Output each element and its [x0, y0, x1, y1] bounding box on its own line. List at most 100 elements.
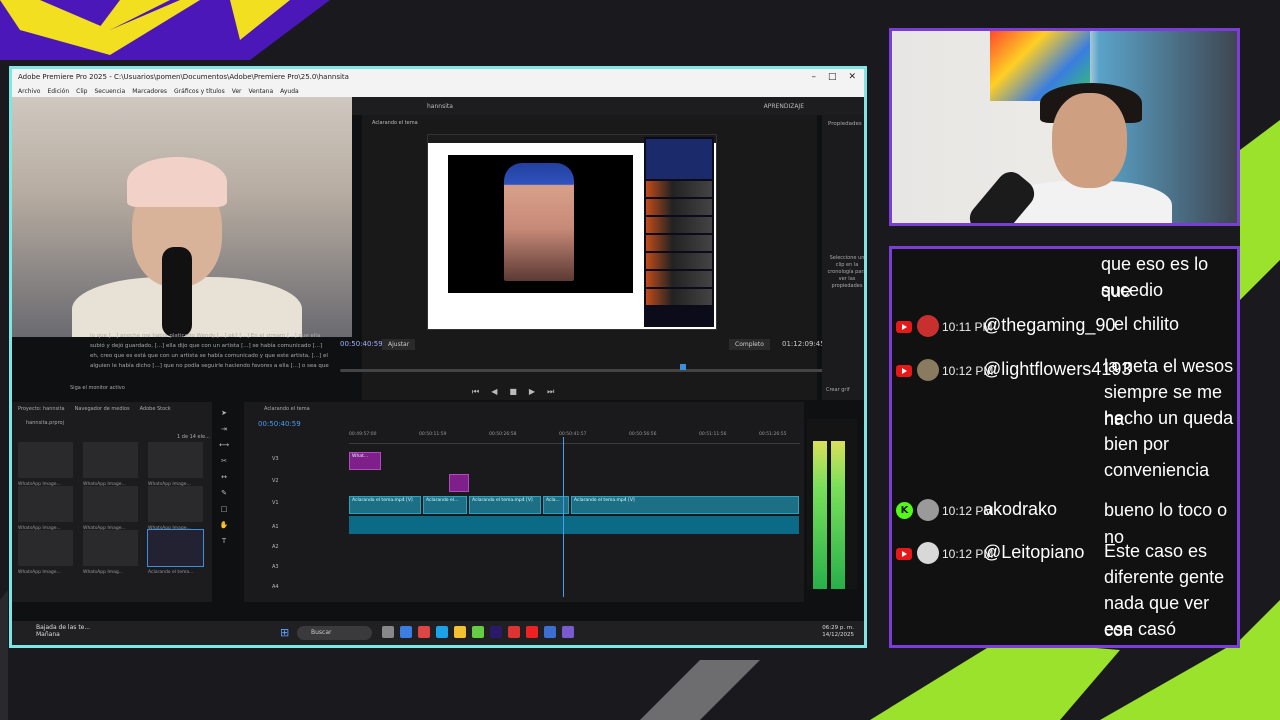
track-header-v1[interactable]: V1 — [272, 500, 279, 506]
media-item[interactable]: WhatsApp Image... — [148, 442, 203, 487]
play-icon[interactable]: ▶ — [529, 387, 535, 397]
media-item[interactable]: WhatsApp Image... — [83, 486, 138, 531]
avatar — [917, 499, 939, 521]
menu-item-ventana[interactable]: Ventana — [249, 88, 274, 95]
edge-icon[interactable] — [436, 626, 448, 638]
cap-image — [127, 157, 227, 207]
chat-text-line: ese casó — [1104, 619, 1177, 639]
clip-v1[interactable]: Aclarando el... — [423, 496, 467, 514]
clip-v3[interactable]: What... — [349, 452, 381, 470]
minimize-button[interactable]: – — [811, 72, 816, 82]
track-v2 — [349, 474, 799, 492]
app-icon[interactable] — [418, 626, 430, 638]
track-header-v3[interactable]: V3 — [272, 456, 279, 462]
track-header-a2[interactable]: A2 — [272, 544, 279, 550]
play-reverse-icon[interactable]: ◀ — [491, 387, 497, 397]
media-item[interactable]: WhatsApp Imag... — [83, 530, 138, 575]
maximize-button[interactable]: □ — [828, 72, 837, 82]
media-item[interactable]: WhatsApp Image... — [18, 442, 73, 487]
task-view-icon[interactable] — [382, 626, 394, 638]
app-icon[interactable] — [472, 626, 484, 638]
sequence-tab[interactable]: Aclarando el tema — [264, 406, 310, 412]
track-header-a1[interactable]: A1 — [272, 524, 279, 530]
youtube-icon — [896, 548, 912, 560]
menu-item-clip[interactable]: Clip — [76, 88, 87, 95]
step-back-icon[interactable]: ⏮ — [472, 387, 479, 397]
hand-tool-icon[interactable]: ✋ — [220, 521, 229, 529]
timeline-panel: Aclarando el tema 00:50:40:59 00:49:57:0… — [244, 402, 804, 602]
menu-item-ver[interactable]: Ver — [232, 88, 242, 95]
track-a1 — [349, 516, 799, 534]
slip-tool-icon[interactable]: ↔ — [221, 473, 227, 481]
project-tabs: Proyecto: hannsita Navegador de medios A… — [12, 402, 212, 416]
windows-start-icon[interactable]: ⊞ — [280, 626, 289, 639]
stop-icon[interactable]: ■ — [509, 387, 517, 397]
create-label[interactable]: Crear grif — [826, 387, 850, 393]
track-header-a3[interactable]: A3 — [272, 564, 279, 570]
window-title: Adobe Premiere Pro 2025 - C:\Usuarios\po… — [18, 73, 349, 81]
microphone-image — [162, 247, 192, 337]
program-timecode: 00:50:40:59 — [340, 340, 383, 348]
youtube-icon — [896, 365, 912, 377]
menu-item-secuencia[interactable]: Secuencia — [95, 88, 126, 95]
menu-item-graficos[interactable]: Gráficos y títulos — [174, 88, 225, 95]
opera-icon[interactable] — [526, 626, 538, 638]
razor-tool-icon[interactable]: ✂ — [221, 457, 227, 465]
clip-v1[interactable]: Aclarando el tema.mp4 [V] — [349, 496, 421, 514]
menu-item-archivo[interactable]: Archivo — [18, 88, 40, 95]
video-subject-image — [504, 163, 574, 281]
store-icon[interactable] — [400, 626, 412, 638]
weather-widget[interactable]: Bajada de las te... Mañana — [36, 624, 90, 638]
meter-right — [831, 441, 845, 589]
rectangle-tool-icon[interactable]: □ — [221, 505, 228, 513]
taskbar-clock[interactable]: 06:29 p. m. 14/12/2025 — [822, 625, 854, 639]
window-controls: – □ ✕ — [811, 72, 864, 82]
app-icon[interactable] — [544, 626, 556, 638]
clip-v1[interactable]: Aclarando el tema.mp4 [V] — [571, 496, 799, 514]
app-icon[interactable] — [508, 626, 520, 638]
tab-adobe-stock[interactable]: Adobe Stock — [140, 406, 171, 412]
taskbar-search[interactable]: Buscar — [297, 626, 372, 640]
properties-title[interactable]: Propiedades — [828, 121, 862, 127]
project-title: hannsita — [427, 103, 453, 110]
screen-capture-frame: Adobe Premiere Pro 2025 - C:\Usuarios\po… — [9, 66, 867, 648]
tab-media-browser[interactable]: Navegador de medios — [75, 406, 130, 412]
scrubber-head[interactable] — [680, 364, 686, 370]
menu-item-ayuda[interactable]: Ayuda — [280, 88, 299, 95]
tab-project[interactable]: Proyecto: hannsita — [18, 406, 65, 412]
file-explorer-icon[interactable] — [454, 626, 466, 638]
quality-dropdown[interactable]: Completo — [729, 339, 770, 350]
ruler-tick: 00:50:26:58 — [489, 432, 517, 437]
close-button[interactable]: ✕ — [848, 72, 856, 82]
audio-clip-a1[interactable] — [349, 516, 799, 534]
premiere-icon[interactable] — [490, 626, 502, 638]
chat-text-line: Este caso es — [1104, 541, 1208, 561]
track-header-v2[interactable]: V2 — [272, 478, 279, 484]
discord-icon[interactable] — [562, 626, 574, 638]
follow-monitor-checkbox[interactable]: Siga el monitor activo — [70, 385, 125, 391]
type-tool-icon[interactable]: T — [222, 537, 226, 545]
pen-tool-icon[interactable]: ✎ — [221, 489, 227, 497]
ripple-edit-icon[interactable]: ⟷ — [219, 441, 229, 449]
clip-v1[interactable]: Acla... — [543, 496, 569, 514]
track-select-icon[interactable]: ⇥ — [221, 425, 227, 433]
media-item[interactable]: WhatsApp Image... — [18, 530, 73, 575]
timeline-playhead[interactable] — [563, 437, 564, 597]
step-forward-icon[interactable]: ⏭ — [547, 387, 554, 397]
clip-v1[interactable]: Aclarando el tema.mp4 [V] — [469, 496, 541, 514]
menu-item-marcadores[interactable]: Marcadores — [132, 88, 167, 95]
timeline-ruler[interactable]: 00:49:57:00 00:50:11:59 00:50:26:58 00:5… — [349, 432, 800, 444]
media-item-selected[interactable]: Aclarando el tema... — [147, 529, 204, 575]
track-header-a4[interactable]: A4 — [272, 584, 279, 590]
chat-username: @thegaming_90 — [983, 315, 1116, 335]
learning-tab[interactable]: APRENDIZAJE — [764, 103, 804, 110]
monitor-scrubber[interactable] — [340, 364, 824, 372]
kick-icon: K — [896, 502, 913, 519]
selection-tool-icon[interactable]: ➤ — [221, 409, 227, 417]
media-item[interactable]: WhatsApp Image... — [18, 486, 73, 531]
media-item[interactable]: WhatsApp Image... — [148, 486, 203, 531]
fit-dropdown[interactable]: Ajustar — [382, 339, 416, 350]
clip-v2[interactable] — [449, 474, 469, 492]
menu-item-edicion[interactable]: Edición — [47, 88, 69, 95]
media-item[interactable]: WhatsApp Image... — [83, 442, 138, 487]
